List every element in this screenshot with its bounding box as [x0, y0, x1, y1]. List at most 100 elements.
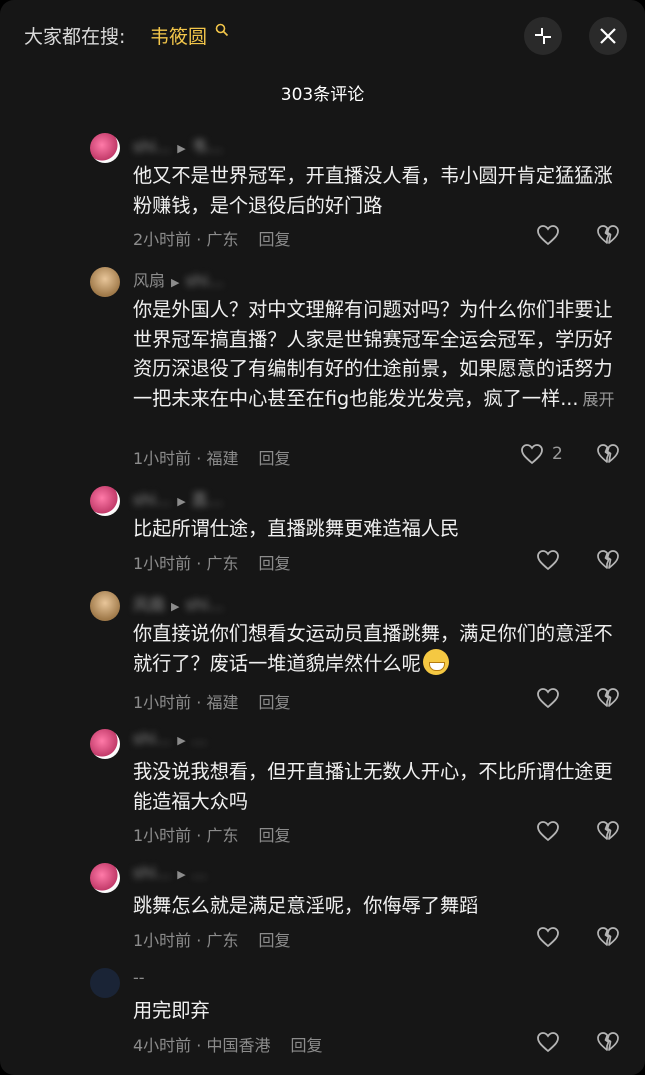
- broken-heart-icon: [597, 688, 619, 707]
- commenter-name[interactable]: shi...: [133, 729, 171, 748]
- broken-heart-icon: [597, 1032, 619, 1051]
- comment-text: 用完即弃: [133, 999, 210, 1022]
- like-button[interactable]: [536, 687, 560, 709]
- reply-button[interactable]: 回复: [290, 1036, 322, 1055]
- reply-button[interactable]: 回复: [258, 554, 290, 573]
- broken-heart-icon: [597, 550, 619, 569]
- heart-outline-icon: [521, 444, 543, 465]
- comment-count: 303条评论: [280, 85, 365, 105]
- commenter-name[interactable]: shi...: [133, 137, 171, 156]
- avatar[interactable]: [90, 267, 120, 297]
- comment-text: 比起所谓仕途，直播跳舞更难造福人民: [133, 517, 460, 540]
- like-button[interactable]: 2: [520, 443, 563, 465]
- avatar[interactable]: [90, 133, 120, 163]
- comment-time-location: 1小时前 · 广东: [133, 931, 239, 950]
- heart-outline-icon: [537, 927, 559, 948]
- comment-footer: 1小时前 · 福建 回复: [133, 445, 290, 469]
- comment-footer: 1小时前 · 广东 回复: [133, 822, 290, 846]
- like-button[interactable]: [536, 549, 560, 571]
- reply-arrow-icon: ▶: [171, 600, 180, 613]
- dislike-button[interactable]: [596, 926, 620, 952]
- reply-target-name[interactable]: 直...: [192, 490, 223, 509]
- reply-arrow-icon: ▶: [177, 734, 186, 747]
- comment-footer: 1小时前 · 广东 回复: [133, 927, 290, 951]
- avatar[interactable]: [90, 486, 120, 516]
- commenter-name[interactable]: shi...: [133, 863, 171, 882]
- reply-arrow-icon: ▶: [177, 868, 186, 881]
- comment-time-location: 2小时前 · 广东: [133, 230, 239, 249]
- search-suggestion-prefix: 大家都在搜:: [24, 26, 126, 48]
- comment-footer: 4小时前 · 中国香港 回复: [133, 1032, 322, 1056]
- reply-button[interactable]: 回复: [258, 826, 290, 845]
- reply-arrow-icon: ▶: [171, 276, 180, 289]
- comment-text: 他又不是世界冠军，开直播没人看，韦小圆开肯定猛猛涨粉赚钱，是个退役后的好门路: [133, 164, 613, 217]
- avatar[interactable]: [90, 591, 120, 621]
- reply-target-name[interactable]: ...: [192, 729, 207, 748]
- close-button[interactable]: [589, 17, 627, 55]
- commenter-name[interactable]: 风扇: [133, 271, 165, 290]
- comment-meta: 风扇 ▶ shi...: [133, 267, 224, 291]
- comment-text: 跳舞怎么就是满足意淫呢，你侮辱了舞蹈: [133, 894, 479, 917]
- expand-button[interactable]: 展开: [583, 390, 615, 409]
- comment-footer: 2小时前 · 广东 回复: [133, 226, 290, 250]
- comment-meta: shi... ▶ 韦...: [133, 133, 223, 157]
- comment-meta: 风扇 ▶ shi...: [133, 591, 224, 615]
- comment-text: 我没说我想看，但开直播让无数人开心，不比所谓仕途更能造福大众吗: [133, 760, 613, 813]
- reply-arrow-icon: ▶: [177, 142, 186, 155]
- reply-target-name[interactable]: shi...: [185, 595, 223, 614]
- heart-outline-icon: [537, 1032, 559, 1053]
- comment-text-body: 你是外国人？对中文理解有问题对吗？为什么你们非要让世界冠军搞直播？人家是世锦赛冠…: [133, 298, 613, 410]
- comment-text: 你直接说你们想看女运动员直播跳舞，满足你们的意淫不就行了？废话一堆道貌岸然什么呢: [133, 619, 623, 678]
- like-button[interactable]: [536, 820, 560, 842]
- like-button[interactable]: [536, 1031, 560, 1053]
- comments-panel: 大家都在搜: 韦筱圆 303条评论 shi... ▶ 韦... 他又不是世界冠军，开…: [0, 0, 645, 1075]
- reply-button[interactable]: 回复: [258, 693, 290, 712]
- commenter-name[interactable]: shi...: [133, 490, 171, 509]
- comment-text: 你是外国人？对中文理解有问题对吗？为什么你们非要让世界冠军搞直播？人家是世锦赛冠…: [133, 295, 623, 414]
- comment-time-location: 1小时前 · 广东: [133, 826, 239, 845]
- search-icon[interactable]: [215, 22, 229, 41]
- dislike-button[interactable]: [596, 443, 620, 469]
- heart-outline-icon: [537, 550, 559, 571]
- avatar[interactable]: [90, 729, 120, 759]
- like-count: 2: [552, 444, 563, 464]
- dislike-button[interactable]: [596, 224, 620, 250]
- comment-meta: shi... ▶ 直...: [133, 486, 223, 510]
- reply-button[interactable]: 回复: [258, 230, 290, 249]
- comment-footer: 1小时前 · 福建 回复: [133, 689, 290, 713]
- like-button[interactable]: [536, 224, 560, 246]
- dislike-button[interactable]: [596, 687, 620, 713]
- avatar[interactable]: [90, 968, 120, 998]
- reply-target-name[interactable]: shi...: [185, 271, 223, 290]
- like-button[interactable]: [536, 926, 560, 948]
- grinning-sweat-emoji: [422, 648, 449, 675]
- comment-meta: shi... ▶...: [133, 729, 207, 748]
- comment-meta: --: [133, 968, 145, 987]
- reply-button[interactable]: 回复: [258, 449, 290, 468]
- heart-outline-icon: [537, 821, 559, 842]
- search-suggestion-term[interactable]: 韦筱圆: [150, 22, 207, 49]
- dislike-button[interactable]: [596, 820, 620, 846]
- heart-outline-icon: [537, 225, 559, 246]
- top-bar: 大家都在搜: 韦筱圆: [0, 0, 645, 70]
- reply-target-name[interactable]: ...: [192, 863, 207, 882]
- broken-heart-icon: [597, 444, 619, 463]
- broken-heart-icon: [597, 225, 619, 244]
- commenter-name[interactable]: --: [133, 968, 145, 987]
- comment-time-location: 4小时前 · 中国香港: [133, 1036, 271, 1055]
- comment-time-location: 1小时前 · 福建: [133, 449, 239, 468]
- broken-heart-icon: [597, 821, 619, 840]
- reply-button[interactable]: 回复: [258, 931, 290, 950]
- dislike-button[interactable]: [596, 549, 620, 575]
- commenter-name[interactable]: 风扇: [133, 595, 165, 614]
- close-icon: [600, 28, 616, 44]
- dislike-button[interactable]: [596, 1031, 620, 1057]
- comment-text-body: 你直接说你们想看女运动员直播跳舞，满足你们的意淫不就行了？废话一堆道貌岸然什么呢: [133, 622, 613, 675]
- reply-arrow-icon: ▶: [177, 495, 186, 508]
- collapse-button[interactable]: [524, 17, 562, 55]
- comment-meta: shi... ▶...: [133, 863, 207, 882]
- reply-target-name[interactable]: 韦...: [192, 137, 223, 156]
- comment-time-location: 1小时前 · 福建: [133, 693, 239, 712]
- avatar[interactable]: [90, 863, 120, 893]
- collapse-icon: [535, 28, 551, 44]
